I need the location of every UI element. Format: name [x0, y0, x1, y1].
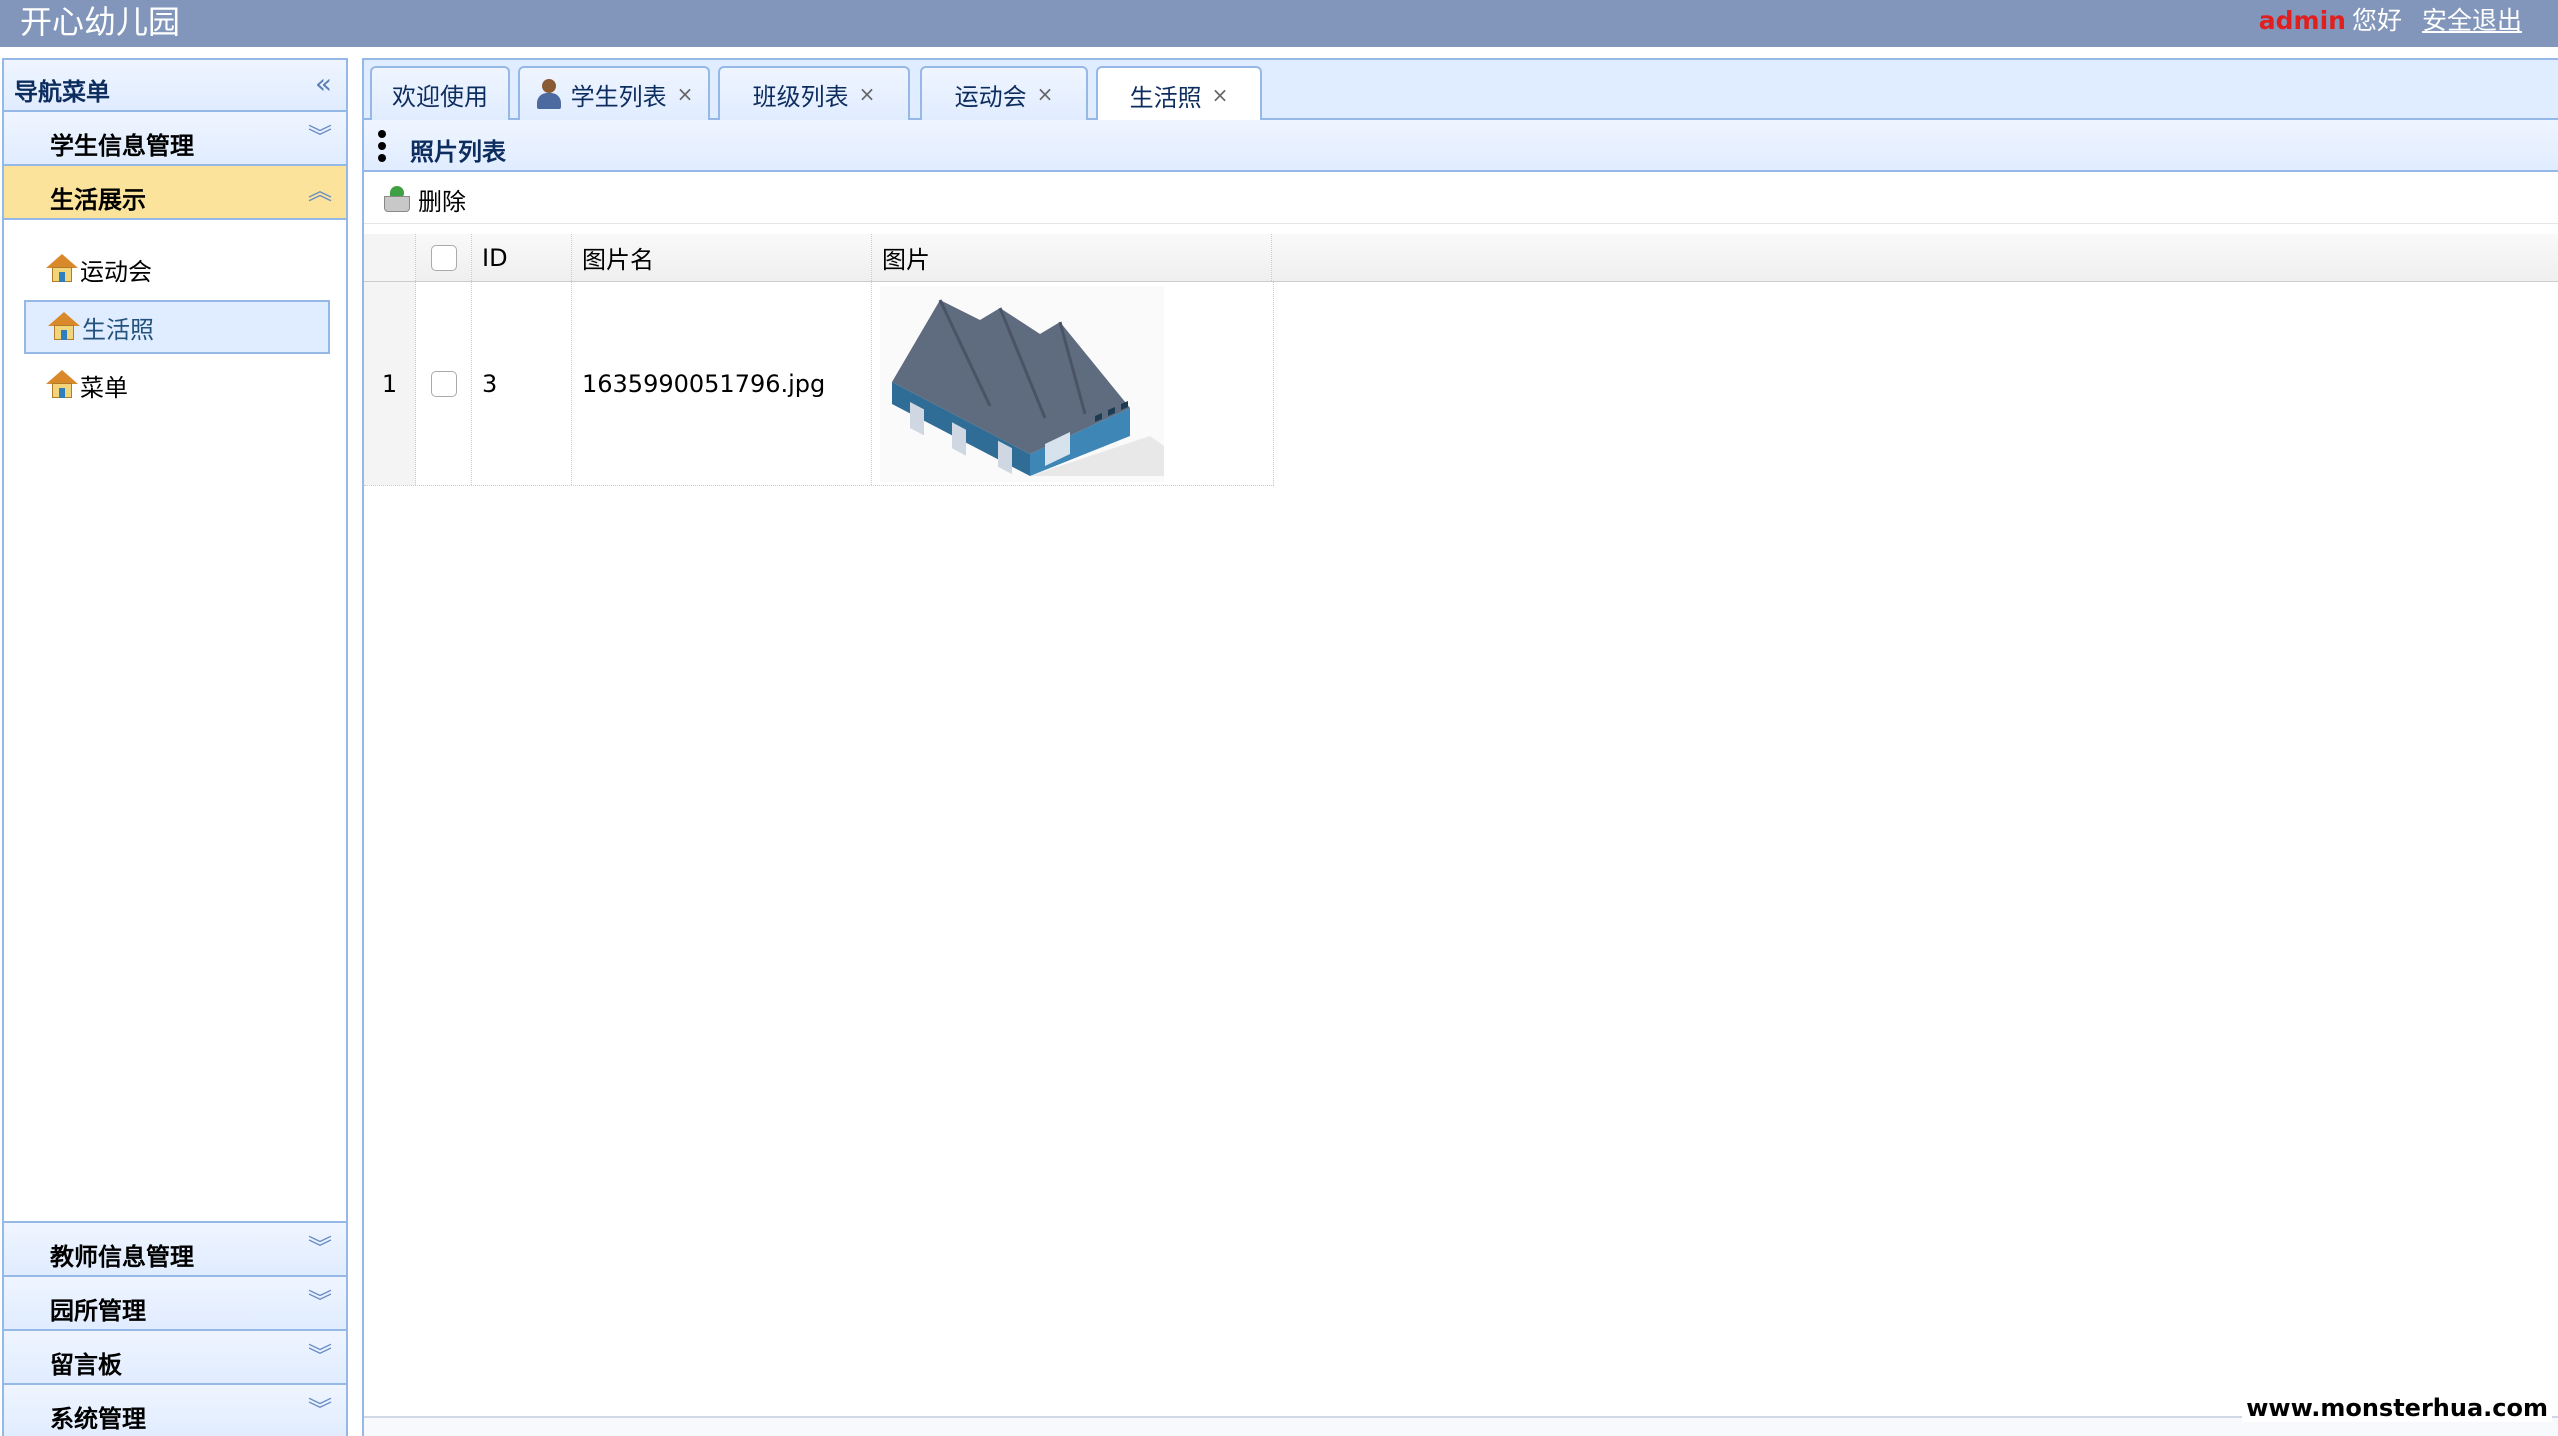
life-display-menu: 运动会 生活照 菜单	[4, 220, 346, 1223]
close-icon[interactable]: ×	[1037, 82, 1054, 106]
select-all-checkbox[interactable]	[430, 244, 457, 271]
menu-item-label: 生活照	[82, 315, 154, 344]
double-chevron-down-icon[interactable]: ︾	[308, 1287, 332, 1317]
section-label: 学生信息管理	[50, 132, 194, 160]
table-row[interactable]: 1 3 1635990051796.jpg	[364, 282, 1274, 486]
tab-student-list[interactable]: 学生列表 ×	[518, 66, 710, 120]
double-chevron-up-icon[interactable]: ︽	[308, 176, 332, 206]
section-label: 园所管理	[50, 1297, 146, 1325]
close-icon[interactable]: ×	[1212, 83, 1229, 107]
tab-label: 学生列表	[570, 82, 667, 111]
tab-life-photos[interactable]: 生活照 ×	[1096, 66, 1262, 122]
sidebar-header: 导航菜单 «	[4, 60, 346, 112]
app-header: 开心幼儿园 admin 您好 安全退出	[0, 0, 2558, 47]
photo-grid: ID 图片名 图片 1 3 1635990051796.jpg	[364, 234, 2558, 486]
warehouse-image	[880, 286, 1164, 482]
tab-label: 生活照	[1129, 83, 1202, 112]
app-title: 开心幼儿园	[20, 3, 181, 41]
close-icon[interactable]: ×	[859, 82, 876, 106]
row-checkbox[interactable]	[430, 370, 457, 397]
menu-item-menu[interactable]: 菜单	[24, 358, 330, 412]
tab-welcome[interactable]: 欢迎使用	[370, 66, 510, 120]
select-all-cell	[416, 234, 472, 281]
rownum-header	[364, 234, 416, 281]
sidebar-section-teacher-info[interactable]: 教师信息管理 ︾	[4, 1223, 346, 1277]
tab-class-list[interactable]: 班级列表 ×	[718, 66, 910, 120]
double-chevron-left-icon[interactable]: «	[315, 70, 332, 98]
delete-label: 删除	[418, 187, 466, 216]
column-header-image[interactable]: 图片	[872, 234, 1272, 281]
home-icon	[46, 254, 78, 284]
tab-sports-day[interactable]: 运动会 ×	[920, 66, 1088, 120]
sidebar-title: 导航菜单	[14, 78, 110, 106]
tab-bar: 欢迎使用 学生列表 × 班级列表 × 运动会 × 生活照 ×	[364, 60, 2558, 122]
menu-item-label: 运动会	[80, 257, 152, 286]
row-number: 1	[364, 282, 416, 485]
home-icon	[46, 370, 78, 400]
watermark: www.monsterhua.com	[2242, 1394, 2552, 1422]
delete-button[interactable]: 删除	[382, 182, 466, 216]
user-name: admin	[2258, 6, 2346, 35]
column-header-name[interactable]: 图片名	[572, 234, 872, 281]
tab-label: 欢迎使用	[392, 82, 488, 111]
section-label: 留言板	[50, 1351, 122, 1379]
double-chevron-down-icon[interactable]: ︾	[308, 122, 332, 152]
sidebar-section-message-board[interactable]: 留言板 ︾	[4, 1331, 346, 1385]
section-label: 系统管理	[50, 1405, 146, 1433]
grid-header: ID 图片名 图片	[364, 234, 2558, 282]
menu-item-label: 菜单	[80, 373, 128, 402]
sidebar: 导航菜单 « 学生信息管理 ︾ 生活展示 ︽ 运动会 生活照 菜单 教师信息管理…	[2, 58, 348, 1436]
double-chevron-down-icon[interactable]: ︾	[308, 1233, 332, 1263]
cell-id: 3	[472, 282, 572, 485]
sidebar-section-system[interactable]: 系统管理 ︾	[4, 1385, 346, 1436]
grid-pager-strip	[364, 1416, 2558, 1436]
cell-image-name: 1635990051796.jpg	[572, 282, 872, 485]
panel-title: 照片列表	[410, 138, 506, 166]
main-tabs-container: 欢迎使用 学生列表 × 班级列表 × 运动会 × 生活照 × 照片列表 删除 I…	[362, 58, 2558, 1436]
more-vertical-icon	[378, 130, 386, 162]
panel-header: 照片列表	[364, 120, 2558, 172]
cell-image	[872, 282, 1274, 485]
section-label: 生活展示	[50, 186, 146, 214]
section-label: 教师信息管理	[50, 1243, 194, 1271]
user-area: admin 您好 安全退出	[2259, 4, 2522, 38]
menu-item-life-photos[interactable]: 生活照	[24, 300, 330, 354]
sidebar-section-campus[interactable]: 园所管理 ︾	[4, 1277, 346, 1331]
sidebar-section-life-display[interactable]: 生活展示 ︽	[4, 166, 346, 220]
tab-label: 运动会	[954, 82, 1027, 111]
row-select-cell	[416, 282, 472, 485]
recycle-bin-icon	[382, 184, 412, 214]
home-icon	[48, 312, 80, 342]
close-icon[interactable]: ×	[677, 82, 694, 106]
double-chevron-down-icon[interactable]: ︾	[308, 1395, 332, 1425]
menu-item-sports-day[interactable]: 运动会	[24, 242, 330, 296]
greeting: 您好	[2351, 6, 2402, 35]
grid-toolbar: 删除	[364, 172, 2558, 224]
double-chevron-down-icon[interactable]: ︾	[308, 1341, 332, 1371]
person-icon	[535, 79, 563, 109]
logout-link[interactable]: 安全退出	[2422, 6, 2522, 35]
sidebar-section-student-info[interactable]: 学生信息管理 ︾	[4, 112, 346, 166]
tab-label: 班级列表	[752, 82, 849, 111]
column-header-id[interactable]: ID	[472, 234, 572, 281]
